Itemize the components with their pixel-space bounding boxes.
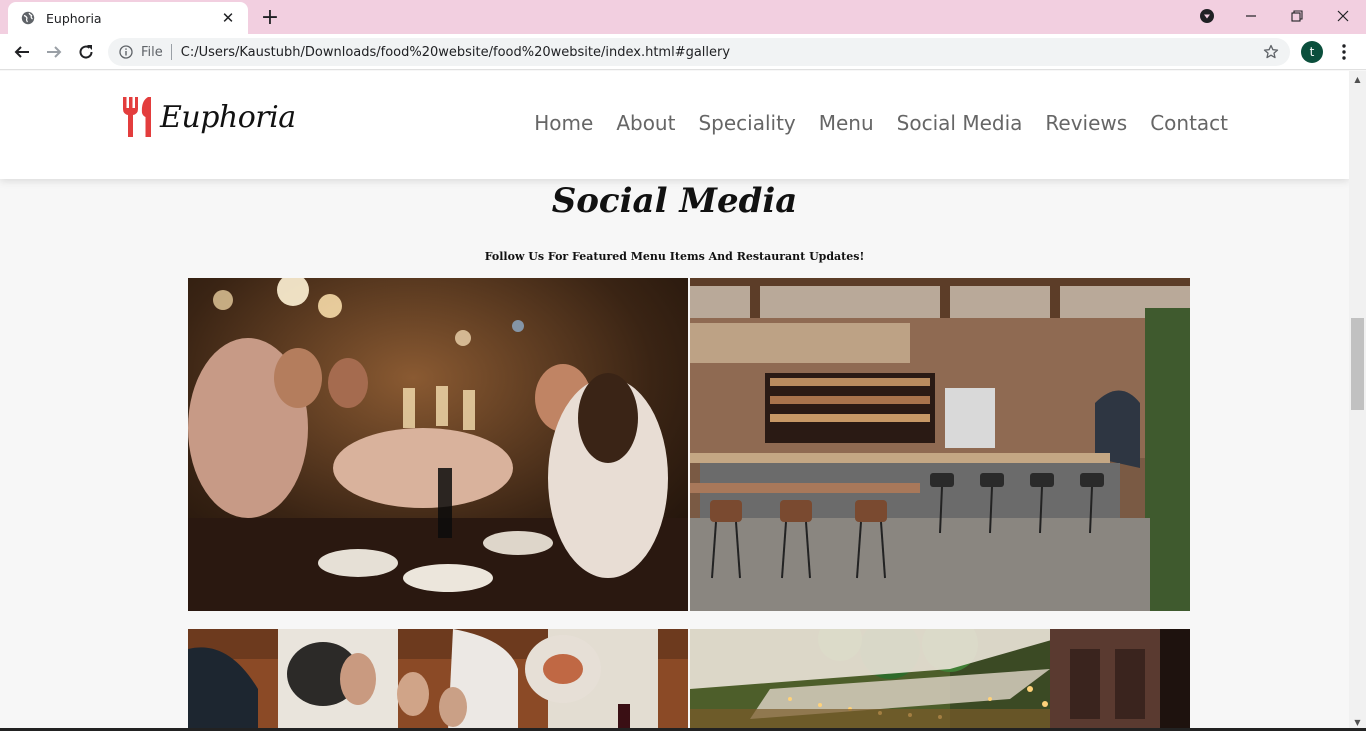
gallery-image-patio[interactable] (690, 629, 1190, 731)
reload-icon (79, 45, 93, 59)
browser-tab[interactable]: Euphoria ✕ (8, 2, 248, 34)
url-text[interactable]: C:/Users/Kaustubh/Downloads/food%20websi… (181, 45, 730, 60)
nav-about[interactable]: About (616, 111, 675, 135)
globe-icon (20, 10, 36, 26)
reload-button[interactable] (72, 38, 100, 66)
new-tab-button[interactable]: + (258, 5, 282, 30)
site-header: Euphoria Home About Speciality Menu Soci… (0, 71, 1349, 179)
arrow-right-icon (47, 46, 62, 58)
star-icon[interactable] (1262, 43, 1280, 61)
nav-social-media[interactable]: Social Media (897, 111, 1023, 135)
tab-strip: Euphoria ✕ + (0, 0, 1366, 34)
nav-reviews[interactable]: Reviews (1045, 111, 1127, 135)
browser-toolbar: File C:/Users/Kaustubh/Downloads/food%20… (0, 34, 1366, 70)
minimize-button[interactable] (1228, 0, 1274, 32)
omnibox-divider (170, 44, 172, 60)
nav-contact[interactable]: Contact (1150, 111, 1228, 135)
section-subtitle: Follow Us For Featured Menu Items And Re… (484, 250, 865, 263)
nav-menu[interactable]: Menu (819, 111, 874, 135)
profile-avatar[interactable]: t (1301, 41, 1323, 63)
page-viewport: Euphoria Home About Speciality Menu Soci… (0, 71, 1349, 731)
main-nav: Home About Speciality Menu Social Media … (534, 111, 1228, 135)
media-control-icon[interactable] (1184, 0, 1230, 32)
tab-title: Euphoria (46, 10, 102, 26)
scrollbar-thumb[interactable] (1351, 318, 1364, 410)
nav-speciality[interactable]: Speciality (698, 111, 795, 135)
scroll-up-icon[interactable]: ▲ (1349, 71, 1366, 88)
scheme-label: File (141, 44, 163, 60)
close-window-button[interactable] (1320, 0, 1366, 32)
page-scrollbar[interactable]: ▲ ▼ (1349, 71, 1366, 731)
gallery-image-toast[interactable] (188, 278, 688, 611)
arrow-left-icon (14, 46, 29, 58)
more-vert-icon[interactable] (1334, 40, 1354, 64)
site-logo[interactable]: Euphoria (121, 95, 296, 139)
forward-button[interactable] (40, 38, 68, 66)
info-icon[interactable] (118, 44, 134, 60)
tab-close-icon[interactable]: ✕ (218, 8, 238, 28)
fork-spoon-logo-icon (123, 97, 151, 137)
gallery-image-dining[interactable] (188, 629, 688, 731)
section-title: Social Media (551, 181, 798, 221)
restore-button[interactable] (1274, 0, 1320, 32)
brand-name: Euphoria (160, 99, 296, 135)
nav-home[interactable]: Home (534, 111, 593, 135)
back-button[interactable] (8, 38, 36, 66)
address-bar[interactable]: File C:/Users/Kaustubh/Downloads/food%20… (108, 38, 1290, 66)
gallery-image-bar[interactable] (690, 278, 1190, 611)
